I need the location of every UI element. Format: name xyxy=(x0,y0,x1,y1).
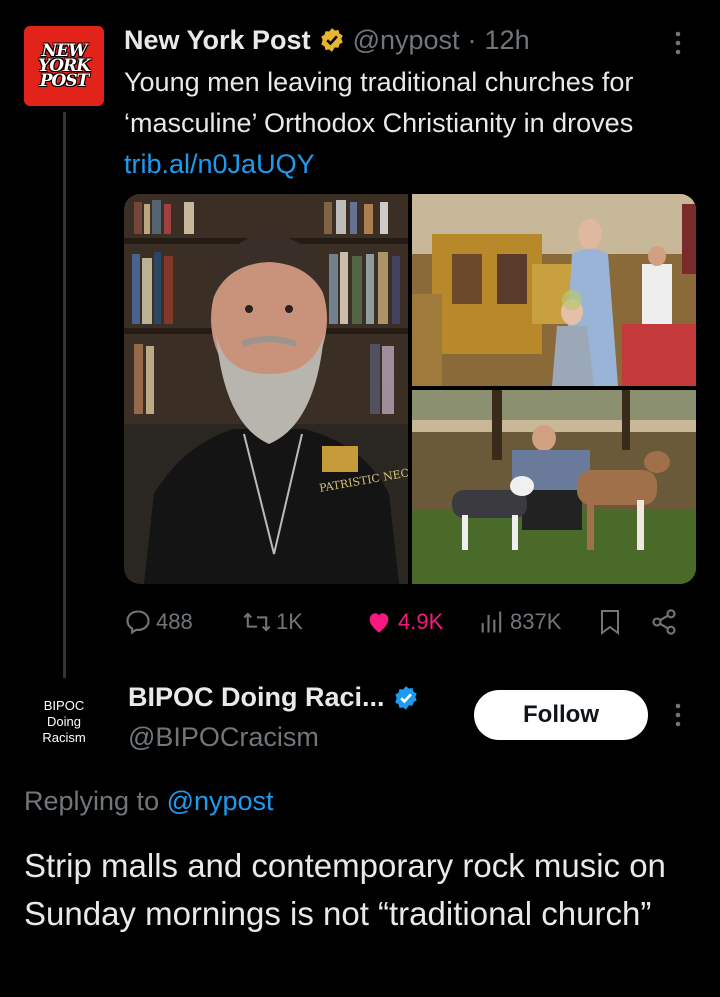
author-name[interactable]: New York Post xyxy=(124,25,311,56)
verified-gold-badge-icon xyxy=(320,28,343,52)
nypost-avatar[interactable]: NEW YORK POST xyxy=(24,26,104,106)
reply-text: Strip malls and contemporary rock music … xyxy=(24,847,666,932)
follow-button[interactable]: Follow xyxy=(474,690,648,740)
reply-author-name[interactable]: BIPOC Doing Raci... xyxy=(128,682,385,713)
repost-icon xyxy=(243,612,271,632)
separator: · xyxy=(467,24,477,55)
tweet-media[interactable]: PATRISTIC NECTAR xyxy=(124,194,696,584)
reply-more-options-icon[interactable] xyxy=(668,702,688,728)
bipoc-avatar-text-3: Racism xyxy=(42,730,86,745)
share-icon[interactable] xyxy=(650,608,678,636)
media-image-priest[interactable]: PATRISTIC NECTAR xyxy=(124,194,408,584)
reply-icon xyxy=(126,610,150,635)
tweet-body: Young men leaving traditional churches f… xyxy=(124,67,634,138)
author-handle[interactable]: @nypost xyxy=(353,25,460,56)
like-button[interactable]: 4.9K xyxy=(364,600,443,644)
reply-count: 488 xyxy=(156,609,193,634)
reply-author-row: BIPOC Doing Raci... xyxy=(128,682,419,713)
views-icon xyxy=(481,611,502,633)
repost-count: 1K xyxy=(276,609,303,634)
timestamp[interactable]: 12h xyxy=(485,25,530,56)
media-image-dogs[interactable] xyxy=(412,390,696,584)
replying-handle-link[interactable]: @nypost xyxy=(167,786,274,816)
action-bar: 488 1K 4.9K 837K xyxy=(124,600,684,644)
repost-button[interactable]: 1K xyxy=(242,600,303,644)
views-count: 837K xyxy=(510,609,562,634)
heart-icon xyxy=(369,613,389,633)
thread-line xyxy=(63,112,66,678)
tweet-header: New York Post @nypost · 12h xyxy=(124,22,530,58)
avatar-text-3: POST xyxy=(39,70,90,91)
reply-button[interactable]: 488 xyxy=(124,600,193,644)
views-button[interactable]: 837K xyxy=(478,600,561,644)
bipoc-avatar[interactable]: BIPOC Doing Racism xyxy=(24,682,104,762)
more-options-icon[interactable] xyxy=(668,30,688,56)
replying-to: Replying to @nypost xyxy=(24,786,274,817)
like-count: 4.9K xyxy=(398,609,444,634)
verified-blue-badge-icon xyxy=(394,685,417,710)
media-image-church[interactable] xyxy=(412,194,696,386)
tweet-text: Young men leaving traditional churches f… xyxy=(124,62,694,185)
bookmark-icon[interactable] xyxy=(598,608,622,636)
tweet-link[interactable]: trib.al/n0JaUQY xyxy=(124,149,315,179)
reply-author-handle[interactable]: @BIPOCracism xyxy=(128,722,319,753)
bipoc-avatar-text-2: Doing xyxy=(47,714,81,729)
replying-prefix: Replying to xyxy=(24,786,167,816)
bipoc-avatar-text-1: BIPOC xyxy=(43,698,85,713)
